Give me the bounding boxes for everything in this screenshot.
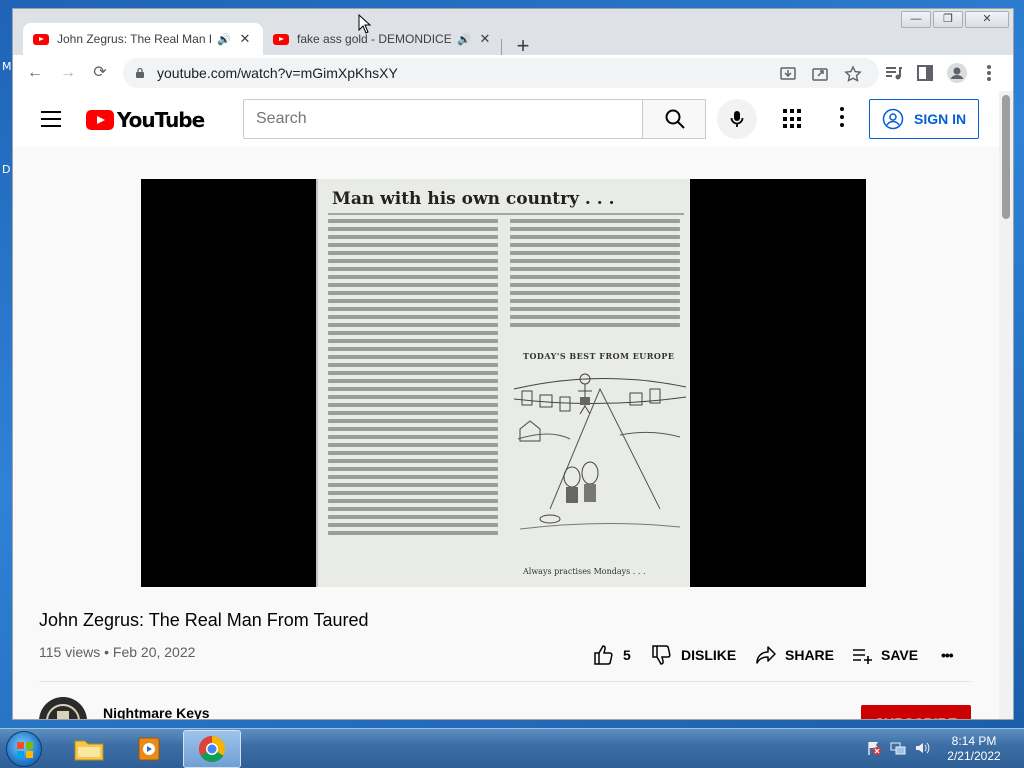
forward-button[interactable]: → [56,61,80,85]
volume-icon[interactable] [914,740,930,756]
bookmark-star-icon[interactable] [844,65,862,83]
video-player[interactable]: Man with his own country . . . TODAY'S B… [141,179,866,587]
microphone-icon [730,111,744,127]
system-tray [866,740,930,756]
save-button[interactable]: SAVE [851,643,918,667]
clock-time: 8:14 PM [951,734,997,748]
browser-toolbar: ← → ⟳ youtube.com/watch?v=mGimXpKhsXY [13,55,1013,91]
like-count: 5 [623,647,631,663]
clock-date: 2/21/2022 [947,749,1001,763]
lock-icon[interactable] [135,67,145,78]
page-viewport: YouTube SIGN IN [13,91,1013,719]
youtube-masthead: YouTube SIGN IN [13,91,999,147]
reload-button[interactable]: ⟳ [88,61,112,85]
youtube-favicon-icon [33,33,49,45]
clipping-text-column-right [510,219,680,354]
browser-window: — ❐ ✕ John Zegrus: The Real Man F 🔊 ✕ fa… [12,8,1014,720]
section-divider [39,681,971,682]
channel-avatar-image [39,697,87,719]
windows-taskbar: 8:14 PM 2/21/2022 [0,728,1024,768]
video-title: John Zegrus: The Real Man From Taured [39,610,369,630]
youtube-logo-text: YouTube [117,108,205,132]
install-app-icon[interactable] [779,65,797,83]
youtube-favicon-icon [273,33,289,45]
like-button[interactable]: 5 [593,643,631,667]
search-icon [665,109,685,129]
clipping-caption: Always practises Mondays . . . [523,567,646,576]
clipping-rule [328,213,684,215]
voice-search-button[interactable] [717,99,757,139]
browser-menu-icon[interactable] [977,61,1001,85]
url-text[interactable]: youtube.com/watch?v=mGimXpKhsXY [157,65,398,81]
profile-avatar-icon[interactable] [945,61,969,85]
share-page-icon[interactable] [811,65,829,83]
folder-icon [74,740,104,761]
meta-separator: • [104,644,110,660]
view-count: 115 views [39,644,101,660]
address-bar[interactable]: youtube.com/watch?v=mGimXpKhsXY [123,58,879,88]
close-window-button[interactable]: ✕ [965,11,1009,28]
subscribe-button[interactable]: SUBSCRIBE [861,705,971,719]
youtube-logo[interactable]: YouTube [86,108,205,132]
more-actions-button[interactable]: ••• [941,643,954,667]
page-scrollbar[interactable] [999,91,1013,719]
speaker-icon[interactable]: 🔊 [457,33,471,46]
back-button[interactable]: ← [23,61,47,85]
network-icon[interactable] [890,740,906,756]
account-circle-icon [882,108,904,130]
tab-close-icon[interactable]: ✕ [477,31,493,47]
search-input[interactable] [243,99,643,139]
video-meta: 115 views • Feb 20, 2022 [39,644,195,660]
dislike-button[interactable]: DISLIKE [651,643,736,667]
media-control-icon[interactable] [881,61,905,85]
settings-more-icon[interactable] [839,107,845,129]
share-button[interactable]: SHARE [755,643,834,667]
media-player-icon [138,737,160,761]
clipping-subheading: TODAY'S BEST FROM EUROPE [523,351,675,361]
clipping-text-column-left [328,219,498,539]
side-panel-icon[interactable] [913,61,937,85]
tab-title: fake ass gold - DEMONDICE [297,32,451,46]
mouse-cursor-icon [358,14,372,34]
maximize-button[interactable]: ❐ [933,11,963,28]
thumbs-up-icon [594,645,613,665]
hamburger-menu-icon[interactable] [41,111,61,127]
windows-logo-icon [17,742,33,758]
tab-title: John Zegrus: The Real Man F [57,32,211,46]
taskbar-chrome[interactable] [183,730,241,768]
action-center-flag-icon[interactable] [866,740,882,756]
clipping-headline: Man with his own country . . . [332,189,615,209]
tab-close-icon[interactable]: ✕ [237,31,253,47]
apps-grid-icon[interactable] [783,109,803,129]
desktop-icon-label[interactable]: D [2,163,10,176]
sign-in-label: SIGN IN [914,111,967,127]
sign-in-button[interactable]: SIGN IN [869,99,979,139]
channel-name[interactable]: Nightmare Keys [103,705,210,719]
thumbs-down-icon [652,645,671,665]
search-button[interactable] [642,99,706,139]
taskbar-explorer[interactable] [60,730,118,768]
start-button[interactable] [6,731,42,767]
cartoon-illustration [513,373,687,530]
taskbar-media-player[interactable] [120,730,178,768]
tab-strip: John Zegrus: The Real Man F 🔊 ✕ fake ass… [13,19,913,57]
share-arrow-icon [756,646,776,664]
chrome-icon [198,735,226,763]
tab-fake-ass-gold[interactable]: fake ass gold - DEMONDICE 🔊 ✕ [263,23,503,55]
upload-date: Feb 20, 2022 [112,644,196,660]
speaker-icon[interactable]: 🔊 [217,33,231,46]
youtube-play-icon [86,110,114,130]
dislike-label: DISLIKE [681,647,737,663]
tab-john-zegrus[interactable]: John Zegrus: The Real Man F 🔊 ✕ [23,23,263,55]
taskbar-clock[interactable]: 8:14 PM 2/21/2022 [934,734,1014,764]
share-label: SHARE [785,647,835,663]
newspaper-clipping-frame: Man with his own country . . . TODAY'S B… [316,179,690,587]
playlist-add-icon [853,649,872,664]
window-controls: — ❐ ✕ [901,11,1009,28]
save-label: SAVE [881,647,919,663]
channel-avatar[interactable] [39,697,87,719]
scrollbar-thumb[interactable] [1002,95,1010,219]
